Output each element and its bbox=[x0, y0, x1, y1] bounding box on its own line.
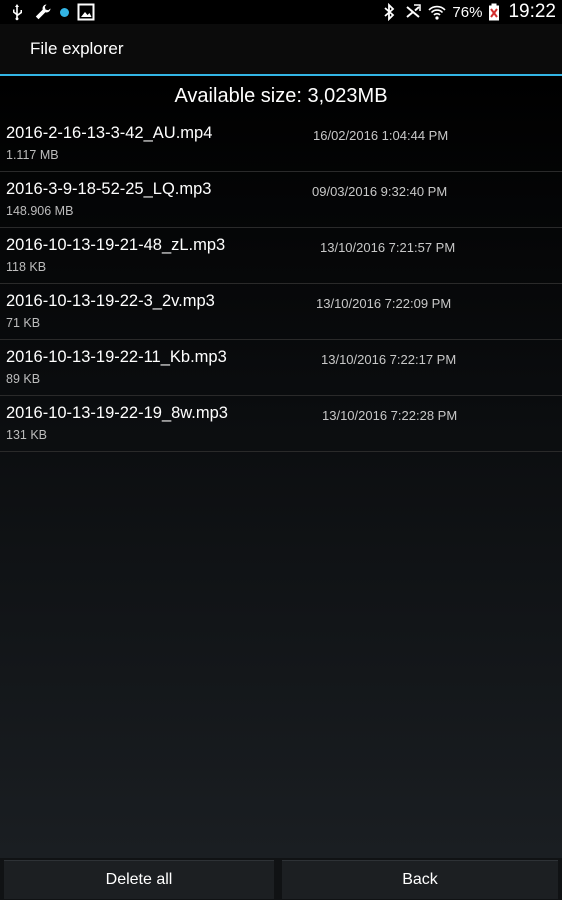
file-list-container: Available size: 3,023MB 2016-2-16-13-3-4… bbox=[0, 76, 562, 858]
notification-dot-icon bbox=[60, 7, 69, 17]
page-title: File explorer bbox=[30, 39, 124, 58]
wrench-icon bbox=[34, 3, 52, 21]
file-list-item[interactable]: 2016-10-13-19-21-48_zL.mp3 118 KB 13/10/… bbox=[0, 228, 562, 284]
usb-icon bbox=[8, 3, 26, 21]
file-size: 148.906 MB bbox=[6, 204, 74, 218]
file-list-item[interactable]: 2016-2-16-13-3-42_AU.mp4 1.117 MB 16/02/… bbox=[0, 116, 562, 172]
file-list-item[interactable]: 2016-10-13-19-22-11_Kb.mp3 89 KB 13/10/2… bbox=[0, 340, 562, 396]
file-list-item[interactable]: 2016-10-13-19-22-3_2v.mp3 71 KB 13/10/20… bbox=[0, 284, 562, 340]
file-date: 13/10/2016 7:22:09 PM bbox=[316, 296, 452, 311]
file-date: 13/10/2016 7:22:17 PM bbox=[321, 352, 457, 367]
battery-icon bbox=[488, 3, 500, 21]
file-size: 131 KB bbox=[6, 428, 48, 442]
back-button[interactable]: Back bbox=[282, 859, 558, 899]
file-list-item[interactable]: 2016-10-13-19-22-19_8w.mp3 131 KB 13/10/… bbox=[0, 396, 562, 452]
file-date: 16/02/2016 1:04:44 PM bbox=[313, 128, 449, 143]
bluetooth-icon bbox=[380, 3, 398, 21]
file-name: 2016-10-13-19-22-3_2v.mp3 bbox=[6, 292, 215, 310]
file-size: 89 KB bbox=[6, 372, 41, 386]
file-size: 71 KB bbox=[6, 316, 41, 330]
status-bar: 76% 19:22 bbox=[0, 0, 562, 24]
file-size: 118 KB bbox=[6, 260, 47, 274]
file-name: 2016-10-13-19-21-48_zL.mp3 bbox=[6, 236, 226, 254]
file-date: 13/10/2016 7:22:28 PM bbox=[322, 408, 458, 423]
file-date: 13/10/2016 7:21:57 PM bbox=[320, 240, 456, 255]
file-name: 2016-10-13-19-22-19_8w.mp3 bbox=[6, 404, 228, 422]
file-name: 2016-10-13-19-22-11_Kb.mp3 bbox=[6, 348, 227, 366]
action-bar: File explorer bbox=[0, 24, 562, 76]
file-name: 2016-3-9-18-52-25_LQ.mp3 bbox=[6, 180, 212, 198]
delete-all-button[interactable]: Delete all bbox=[4, 859, 274, 899]
file-date: 09/03/2016 9:32:40 PM bbox=[312, 184, 448, 199]
wifi-icon bbox=[428, 3, 447, 21]
bottom-button-bar: Delete all Back bbox=[0, 858, 562, 900]
battery-percentage: 76% bbox=[452, 3, 483, 21]
file-size: 1.117 MB bbox=[6, 148, 59, 162]
file-name: 2016-2-16-13-3-42_AU.mp4 bbox=[6, 124, 213, 142]
available-size-label: Available size: 3,023MB bbox=[174, 85, 388, 107]
file-list-item[interactable]: 2016-3-9-18-52-25_LQ.mp3 148.906 MB 09/0… bbox=[0, 172, 562, 228]
clock: 19:22 bbox=[508, 1, 556, 22]
mute-icon bbox=[404, 3, 422, 21]
gallery-icon bbox=[77, 3, 95, 21]
